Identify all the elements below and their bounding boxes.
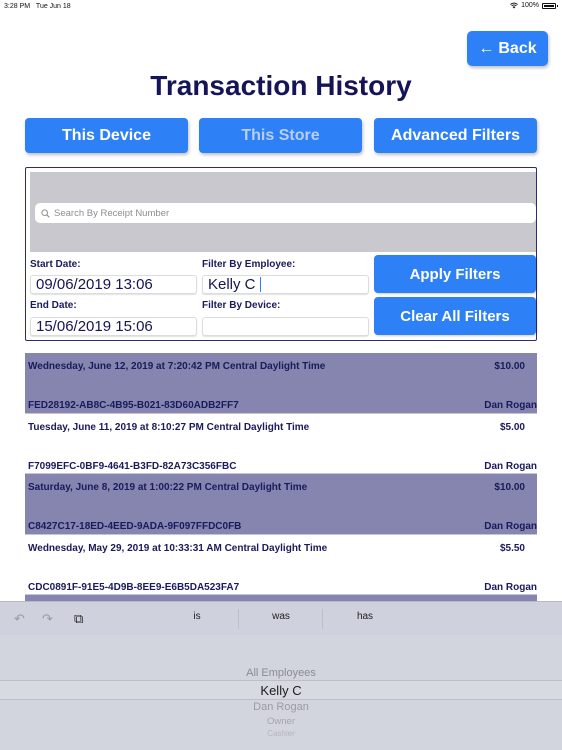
transaction-row[interactable]: Saturday, June 8, 2019 at 1:00:22 PM Cen…: [25, 474, 537, 535]
wifi-icon: [510, 2, 519, 9]
transaction-row[interactable]: Wednesday, June 12, 2019 at 7:20:42 PM C…: [25, 353, 537, 414]
battery-icon: [542, 2, 558, 9]
device-filter-field[interactable]: [202, 317, 369, 336]
status-date: Tue Jun 18: [35, 3, 71, 10]
device-filter-label: Filter By Device:: [202, 300, 281, 311]
transaction-employee: Dan Rogan: [484, 400, 537, 411]
transaction-amount: $5.00: [499, 421, 525, 433]
keyboard-shortcut-bar: ↶ ↷ ⧉ is was has: [0, 601, 562, 635]
search-placeholder: Search By Receipt Number: [54, 207, 170, 219]
picker-option-selected[interactable]: Kelly C: [0, 683, 562, 698]
employee-filter-value: Kelly C: [208, 276, 256, 293]
start-date-value: 09/06/2019 13:06: [36, 276, 153, 293]
back-button[interactable]: ← Back: [467, 31, 548, 66]
tab-advanced-filters[interactable]: Advanced Filters: [374, 118, 537, 153]
employee-filter-field[interactable]: Kelly C: [202, 275, 369, 294]
tab-this-store[interactable]: This Store: [199, 118, 362, 153]
status-clock: 3:28 PM: [4, 3, 31, 10]
transaction-amount: $5.50: [499, 542, 525, 554]
transaction-id: FED28192-AB8C-4B95-B021-83D60ADB2FF7: [28, 400, 239, 411]
suggestion-1[interactable]: is: [155, 611, 239, 622]
undo-icon[interactable]: ↶: [14, 611, 25, 627]
transaction-employee: Dan Rogan: [484, 521, 537, 532]
employee-filter-label: Filter By Employee:: [202, 259, 296, 270]
picker-option[interactable]: Cashier: [0, 729, 562, 738]
transaction-row[interactable]: Tuesday, June 11, 2019 at 8:10:27 PM Cen…: [25, 414, 537, 474]
end-date-label: End Date:: [30, 300, 77, 311]
paste-icon[interactable]: ⧉: [74, 611, 83, 627]
transaction-id: CDC0891F-91E5-4D9B-8EE9-E6B5DA523FA7: [28, 581, 240, 593]
picker-option[interactable]: Dan Rogan: [0, 701, 562, 713]
search-icon: [41, 208, 50, 218]
status-bar: 3:28 PM Tue Jun 18 100%: [0, 0, 562, 14]
arrow-left-icon: ←: [478, 39, 495, 57]
battery-percent: 100%: [521, 2, 539, 9]
transaction-amount: $10.00: [494, 361, 525, 372]
receipt-search-input[interactable]: Search By Receipt Number: [35, 203, 536, 223]
transaction-date: Saturday, June 8, 2019 at 1:00:22 PM Cen…: [28, 482, 308, 493]
start-date-field[interactable]: 09/06/2019 13:06: [30, 275, 197, 294]
employee-picker[interactable]: All Employees Kelly C Dan Rogan Owner Ca…: [0, 635, 562, 750]
transaction-date: Tuesday, June 11, 2019 at 8:10:27 PM Cen…: [28, 421, 310, 433]
search-bar-container: Search By Receipt Number: [30, 172, 536, 252]
clear-filters-button[interactable]: Clear All Filters: [374, 297, 536, 335]
transaction-employee: Dan Rogan: [484, 460, 537, 472]
text-cursor: [259, 277, 261, 292]
transaction-row[interactable]: Wednesday, May 29, 2019 at 10:33:31 AM C…: [25, 535, 537, 595]
status-time: 3:28 PM Tue Jun 18: [4, 3, 71, 10]
picker-option[interactable]: All Employees: [0, 667, 562, 679]
transaction-id: C8427C17-18ED-4EED-9ADA-9F097FFDC0FB: [28, 521, 242, 532]
transaction-employee: Dan Rogan: [484, 581, 537, 593]
page-title: Transaction History: [150, 70, 412, 101]
suggestion-2[interactable]: was: [239, 611, 323, 622]
filter-panel: Search By Receipt Number Start Date: 09/…: [25, 167, 537, 341]
tab-this-device[interactable]: This Device: [25, 118, 188, 153]
suggestion-3[interactable]: has: [323, 611, 407, 622]
transaction-date: Wednesday, May 29, 2019 at 10:33:31 AM C…: [28, 542, 328, 554]
end-date-field[interactable]: 15/06/2019 15:06: [30, 317, 197, 336]
transaction-amount: $10.00: [494, 482, 525, 493]
back-label: Back: [498, 39, 537, 57]
picker-option[interactable]: Owner: [0, 716, 562, 727]
redo-icon[interactable]: ↷: [42, 611, 53, 627]
status-right: 100%: [510, 2, 558, 9]
start-date-label: Start Date:: [30, 259, 81, 270]
scope-tabs: This Device This Store Advanced Filters: [25, 118, 537, 154]
apply-filters-button[interactable]: Apply Filters: [374, 255, 536, 293]
transaction-id: F7099EFC-0BF9-4641-B3FD-82A73C356FBC: [28, 460, 237, 472]
end-date-value: 15/06/2019 15:06: [36, 318, 153, 335]
transaction-date: Wednesday, June 12, 2019 at 7:20:42 PM C…: [28, 361, 326, 372]
